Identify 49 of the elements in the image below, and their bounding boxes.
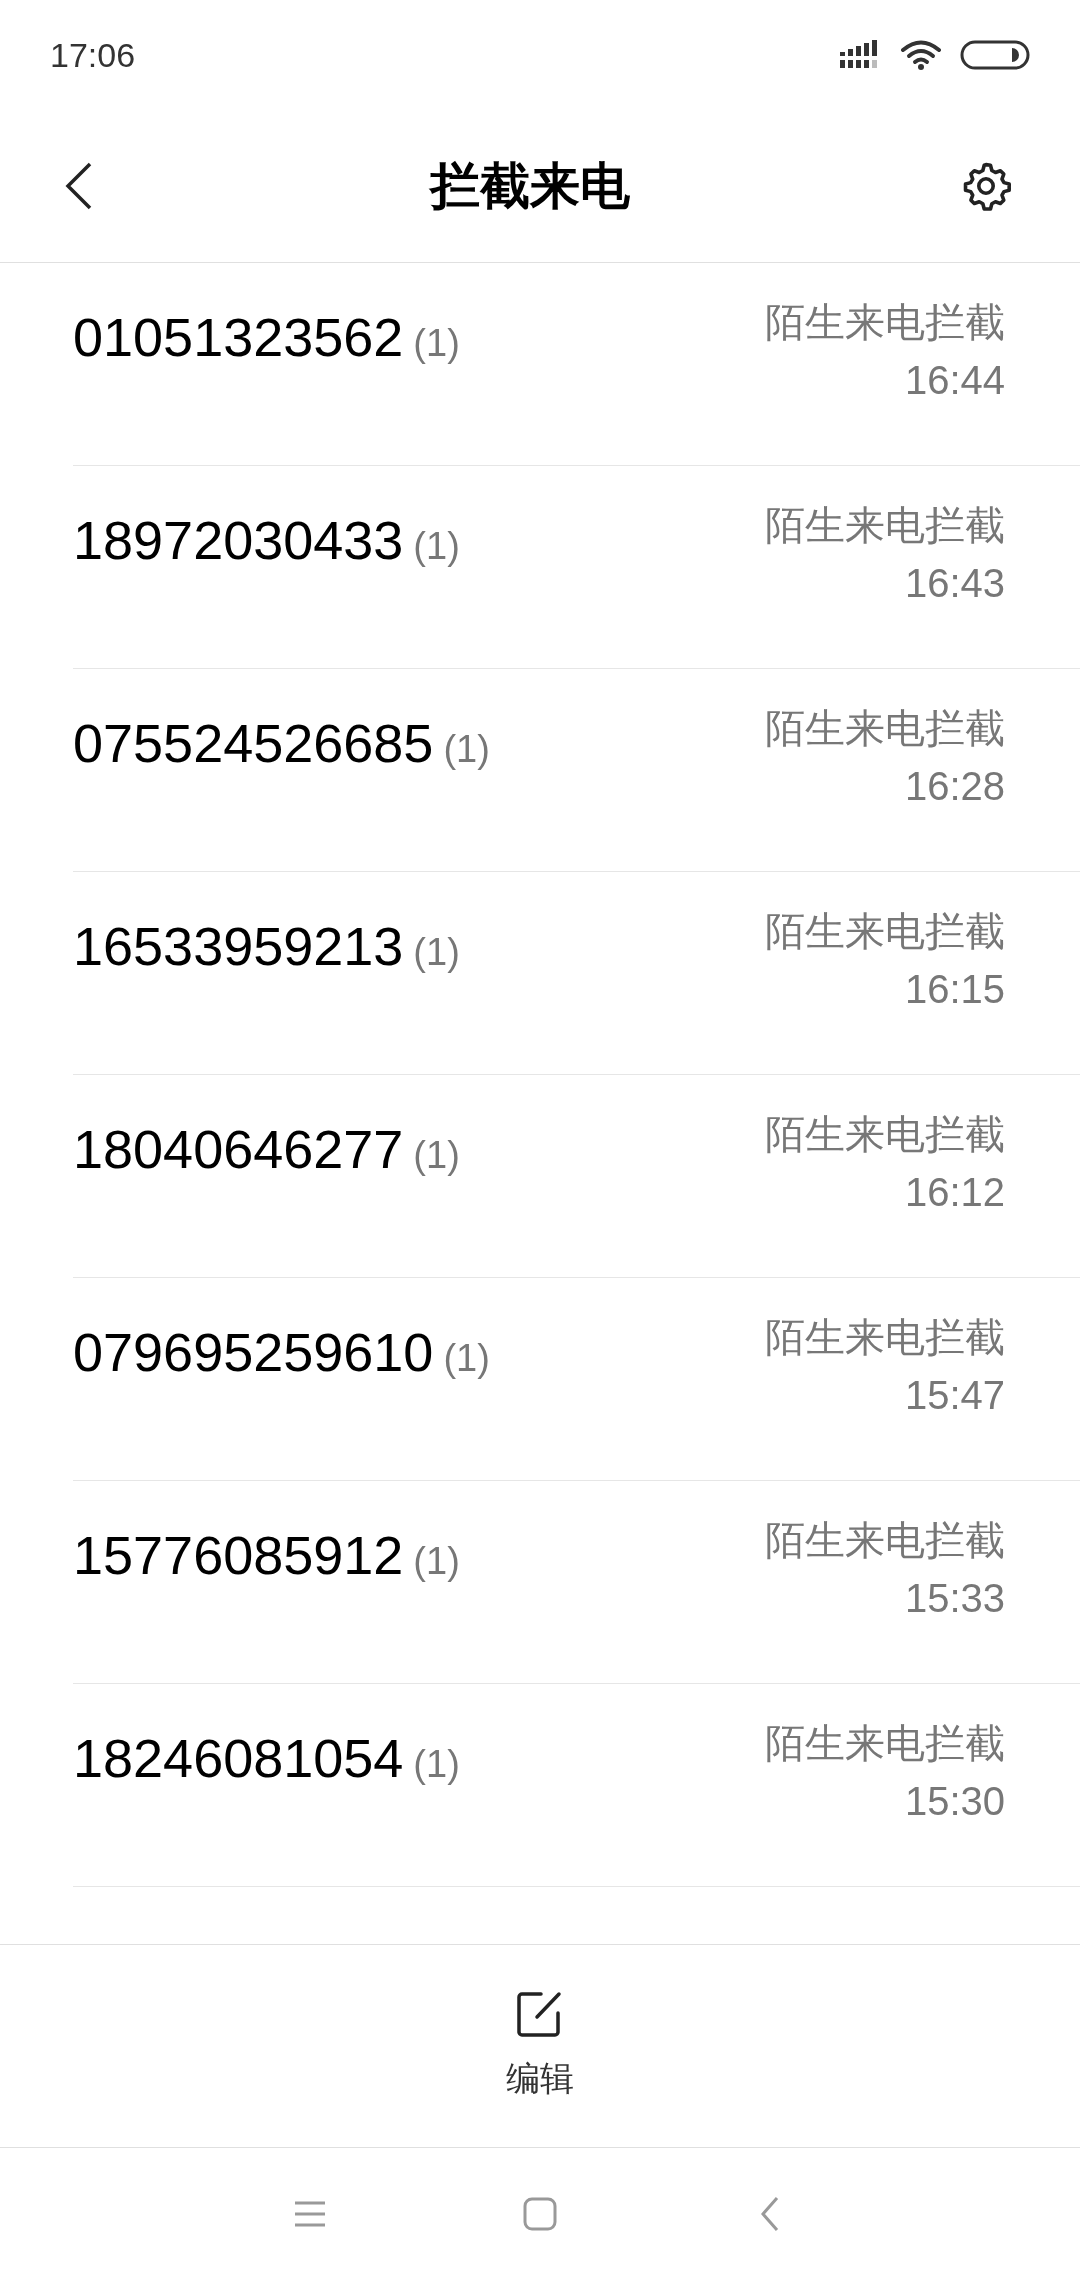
phone-number: 15776085912: [73, 1524, 404, 1587]
block-reason: 陌生来电拦截: [765, 1314, 1005, 1361]
call-count: (1): [413, 930, 460, 975]
phone-number: 18040646277: [73, 1118, 404, 1181]
call-count: (1): [443, 727, 490, 772]
call-count: (1): [443, 1336, 490, 1381]
call-time: 15:30: [904, 1778, 1005, 1825]
call-row[interactable]: 15776085912 (1) 陌生来电拦截 15:33: [73, 1481, 1080, 1684]
phone-number: 075524526685: [73, 712, 434, 775]
call-row[interactable]: 01051323562 (1) 陌生来电拦截 16:44: [73, 263, 1080, 466]
call-time: 16:44: [904, 357, 1005, 404]
page-title: 拦截来电: [430, 156, 630, 216]
call-row[interactable]: 18040646277 (1) 陌生来电拦截 16:12: [73, 1075, 1080, 1278]
square-icon: [523, 2197, 557, 2231]
phone-number: 01051323562: [73, 306, 404, 369]
block-reason: 陌生来电拦截: [765, 908, 1005, 955]
phone-number: 16533959213: [73, 915, 404, 978]
call-row[interactable]: 079695259610 (1) 陌生来电拦截 15:47: [73, 1278, 1080, 1481]
call-count: (1): [413, 321, 460, 366]
block-reason: 陌生来电拦截: [765, 1111, 1005, 1158]
block-reason: 陌生来电拦截: [765, 1517, 1005, 1564]
call-time: 15:33: [904, 1575, 1005, 1622]
call-time: 15:47: [904, 1372, 1005, 1419]
back-icon: [64, 160, 94, 212]
call-row[interactable]: 18972030433 (1) 陌生来电拦截 16:43: [73, 466, 1080, 669]
block-reason: 陌生来电拦截: [765, 502, 1005, 549]
call-row[interactable]: 075524526685 (1) 陌生来电拦截 16:28: [73, 669, 1080, 872]
block-reason: 陌生来电拦截: [765, 1720, 1005, 1767]
call-time: 16:43: [904, 560, 1005, 607]
wifi-icon: [900, 39, 942, 71]
call-row[interactable]: 18246081054 (1) 陌生来电拦截 15:30: [73, 1684, 1080, 1887]
call-count: (1): [413, 1133, 460, 1178]
block-reason: 陌生来电拦截: [765, 705, 1005, 752]
call-row[interactable]: 16533959213 (1) 陌生来电拦截 16:15: [73, 872, 1080, 1075]
menu-icon: [293, 2200, 327, 2228]
call-count: (1): [413, 1539, 460, 1584]
phone-number: 079695259610: [73, 1321, 434, 1384]
call-time: 16:12: [904, 1169, 1005, 1216]
battery-icon: [960, 40, 1030, 70]
back-icon: [759, 2196, 781, 2232]
call-count: (1): [413, 524, 460, 569]
call-count: (1): [413, 1742, 460, 1787]
phone-number: 18972030433: [73, 509, 404, 572]
call-time: 16:28: [904, 763, 1005, 810]
edit-button[interactable]: 编辑: [506, 1988, 574, 2104]
call-time: 16:15: [904, 966, 1005, 1013]
block-reason: 陌生来电拦截: [765, 299, 1005, 346]
phone-number: 18246081054: [73, 1727, 404, 1790]
status-time: 17:06: [50, 34, 136, 76]
